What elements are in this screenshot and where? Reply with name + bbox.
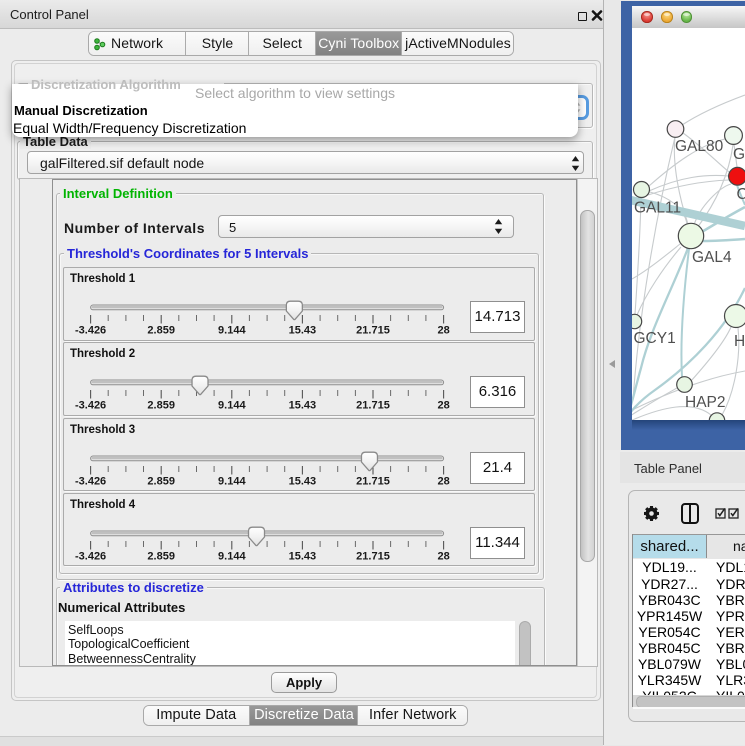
svg-text:GAL80: GAL80: [675, 138, 724, 155]
svg-text:15.43: 15.43: [289, 325, 317, 337]
svg-text:9.144: 9.144: [218, 550, 246, 562]
svg-text:21.715: 21.715: [356, 400, 390, 412]
svg-text:2.859: 2.859: [147, 475, 175, 487]
svg-text:28: 28: [437, 400, 449, 412]
svg-text:15.43: 15.43: [289, 400, 317, 412]
svg-text:C: C: [737, 186, 745, 203]
svg-text:28: 28: [437, 475, 449, 487]
svg-text:-3.426: -3.426: [75, 550, 106, 562]
svg-text:2.859: 2.859: [147, 550, 175, 562]
svg-text:-3.426: -3.426: [75, 325, 106, 337]
svg-text:15.43: 15.43: [289, 550, 317, 562]
svg-text:-3.426: -3.426: [75, 400, 106, 412]
svg-text:GAL4: GAL4: [692, 249, 732, 266]
svg-text:GA: GA: [733, 146, 745, 163]
svg-text:21.715: 21.715: [356, 475, 390, 487]
svg-text:28: 28: [437, 550, 449, 562]
svg-text:9.144: 9.144: [218, 475, 246, 487]
svg-text:2.859: 2.859: [147, 325, 175, 337]
svg-text:21.715: 21.715: [356, 325, 390, 337]
svg-text:2.859: 2.859: [147, 400, 175, 412]
svg-text:GAL11: GAL11: [634, 200, 681, 217]
svg-text:HAP2: HAP2: [685, 394, 726, 411]
svg-text:-3.426: -3.426: [75, 475, 106, 487]
svg-text:HI: HI: [734, 333, 745, 350]
svg-text:15.43: 15.43: [289, 475, 317, 487]
svg-text:9.144: 9.144: [218, 400, 246, 412]
svg-text:21.715: 21.715: [356, 550, 390, 562]
svg-text:9.144: 9.144: [218, 325, 246, 337]
svg-text:GCY1: GCY1: [634, 330, 676, 347]
svg-text:28: 28: [437, 325, 449, 337]
